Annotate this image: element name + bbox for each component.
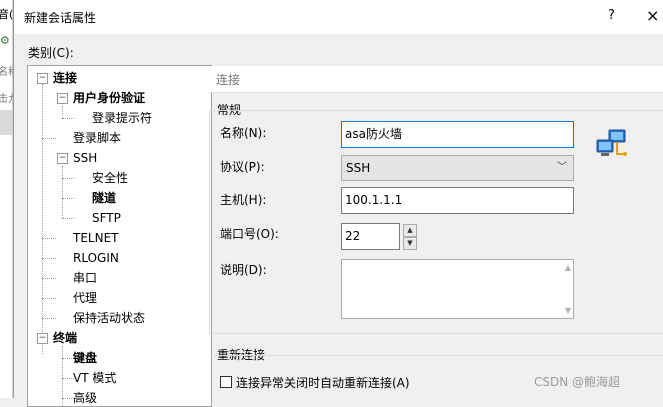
close-button[interactable]: × [646,6,659,25]
reconnect-group-divider [209,355,663,356]
tree-item-telnet[interactable]: TELNET [73,229,119,247]
reconnect-checkbox-label[interactable]: 连接异常关闭时自动重新连接(A) [236,374,410,391]
tree-item-login-script[interactable]: 登录脚本 [73,129,121,147]
host-field[interactable]: 100.1.1.1 [341,187,574,214]
category-label: 类别(C): [28,46,74,60]
tree-item-serial[interactable]: 串口 [73,269,97,287]
tree-item-auth[interactable]: 用户身份验证 [73,89,145,107]
port-increment-button[interactable]: ▲ [403,224,417,237]
category-tree[interactable]: − 连接 − 用户身份验证 登录提示符 登录脚本 − SSH 安全性 隧道 SF… [27,65,212,407]
host-label: 主机(H): [220,193,267,207]
help-button[interactable]: ? [608,8,615,23]
description-field[interactable]: ▲ ▼ [341,259,574,319]
protocol-select[interactable]: SSH ﹀ [341,155,574,181]
tree-item-security[interactable]: 安全性 [92,169,128,187]
tree-item-login-prompt[interactable]: 登录提示符 [92,109,152,127]
collapse-icon[interactable]: − [57,93,68,104]
chevron-down-icon: ﹀ [557,162,567,173]
scroll-up-icon[interactable]: ▲ [565,263,571,272]
port-decrement-button[interactable]: ▼ [403,237,417,250]
collapse-icon[interactable]: − [57,153,68,164]
name-label: 名称(N): [220,126,267,140]
background-app-shade [0,110,12,135]
panel-header-title: 连接 [216,73,241,87]
collapse-icon[interactable]: − [37,73,48,84]
panel-header: 连接 [209,66,663,93]
collapse-icon[interactable]: − [37,333,48,344]
name-field[interactable]: asa防火墙 [341,121,574,148]
tree-item-connection[interactable]: 连接 [53,69,77,87]
port-field[interactable]: 22 [341,223,400,250]
network-computer-icon [595,128,631,162]
reconnect-checkbox[interactable] [220,376,232,388]
tree-item-sftp[interactable]: SFTP [92,209,121,227]
tree-item-vt-mode[interactable]: VT 模式 [73,369,116,387]
tree-item-ssh[interactable]: SSH [73,149,97,167]
tree-item-proxy[interactable]: 代理 [73,289,97,307]
watermark: CSDN @鲍海超 [534,375,621,389]
title-bar: 新建会话属性 ? × [14,0,663,34]
protocol-select-value: SSH [346,161,371,175]
tree-item-advanced[interactable]: 高级 [73,389,97,406]
tree-item-keepalive[interactable]: 保持活动状态 [73,309,145,327]
session-properties-dialog: 新建会话属性 ? × 类别(C): − 连接 − 用户身份验证 登录提示符 登录… [13,0,663,407]
tree-item-tunnel[interactable]: 隧道 [92,189,116,207]
description-label: 说明(D): [220,263,267,277]
tree-item-keyboard[interactable]: 键盘 [73,349,97,367]
protocol-label: 协议(P): [220,160,265,174]
background-app-strip: 音(\ ⚙ 名称 击九 [0,0,18,398]
scroll-down-icon[interactable]: ▼ [565,306,571,315]
tree-item-terminal[interactable]: 终端 [53,329,77,347]
gear-icon: ⚙ [0,34,10,47]
dialog-title: 新建会话属性 [24,11,97,25]
port-label: 端口号(O): [220,227,279,241]
tree-item-rlogin[interactable]: RLOGIN [73,249,119,267]
